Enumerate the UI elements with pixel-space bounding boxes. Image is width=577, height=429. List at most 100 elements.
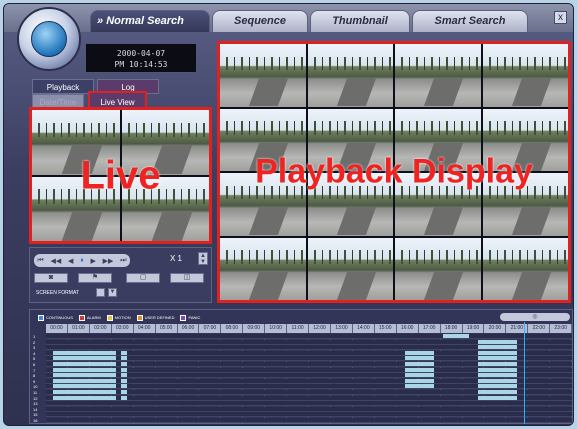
speed-spinner[interactable]: ▲ ▼ bbox=[198, 252, 208, 265]
timeline-zoom[interactable]: ◎ bbox=[500, 313, 570, 321]
channel-track[interactable] bbox=[46, 339, 572, 345]
recording-segment[interactable] bbox=[120, 378, 128, 383]
close-button[interactable]: x bbox=[554, 11, 567, 24]
channel-track[interactable] bbox=[46, 345, 572, 351]
recording-segment[interactable] bbox=[405, 384, 434, 389]
recording-segment[interactable] bbox=[120, 350, 128, 355]
timeline-row[interactable]: 4 bbox=[30, 350, 572, 356]
screen-format-button[interactable] bbox=[96, 288, 105, 297]
timeline-rows[interactable]: 1 2 3 4 5 6 7 8 9 10 11 12 13 14 15 16 bbox=[30, 334, 572, 424]
channel-track[interactable] bbox=[46, 334, 572, 339]
recording-segment[interactable] bbox=[52, 367, 117, 372]
video-tile[interactable] bbox=[395, 44, 481, 107]
record-button[interactable]: ◙ bbox=[34, 273, 68, 283]
recording-segment[interactable] bbox=[52, 373, 117, 378]
timeline-cursor[interactable] bbox=[523, 322, 525, 424]
timeline-row[interactable]: 5 bbox=[30, 356, 572, 362]
recording-segment[interactable] bbox=[405, 373, 434, 378]
recording-segment[interactable] bbox=[477, 367, 518, 372]
tab-playback[interactable]: Playback bbox=[32, 79, 94, 94]
tab-thumbnail[interactable]: Thumbnail bbox=[310, 10, 410, 32]
recording-segment[interactable] bbox=[477, 350, 518, 355]
export-button[interactable]: ◫ bbox=[170, 273, 204, 283]
timeline-row[interactable]: 15 bbox=[30, 412, 572, 418]
recording-segment[interactable] bbox=[477, 373, 518, 378]
capture-button[interactable]: ▢ bbox=[126, 273, 160, 283]
channel-track[interactable] bbox=[46, 390, 572, 395]
recording-segment[interactable] bbox=[477, 339, 518, 344]
fast-rewind-icon[interactable]: ◀◀ bbox=[50, 257, 61, 265]
recording-segment[interactable] bbox=[405, 378, 434, 383]
video-tile[interactable] bbox=[307, 237, 393, 300]
pause-icon[interactable]: ⏸ bbox=[80, 257, 84, 265]
recording-segment[interactable] bbox=[52, 395, 117, 400]
recording-segment[interactable] bbox=[477, 345, 518, 350]
video-tile[interactable] bbox=[395, 237, 481, 300]
channel-track[interactable] bbox=[46, 395, 572, 401]
recording-segment[interactable] bbox=[405, 367, 434, 372]
timeline-row[interactable]: 2 bbox=[30, 339, 572, 345]
channel-track[interactable] bbox=[46, 362, 572, 367]
timeline-row[interactable]: 8 bbox=[30, 373, 572, 379]
channel-track[interactable] bbox=[46, 418, 572, 423]
channel-track[interactable] bbox=[46, 350, 572, 356]
timeline-row[interactable]: 7 bbox=[30, 367, 572, 373]
playback-display-pane[interactable]: Playback Display bbox=[217, 41, 571, 303]
recording-segment[interactable] bbox=[405, 362, 434, 366]
video-tile[interactable] bbox=[220, 44, 306, 107]
recording-segment[interactable] bbox=[477, 378, 518, 383]
video-tile[interactable] bbox=[220, 237, 306, 300]
fast-forward-icon[interactable]: ▶▶ bbox=[103, 257, 114, 265]
channel-track[interactable] bbox=[46, 384, 572, 390]
recording-segment[interactable] bbox=[120, 367, 128, 372]
screen-format-dropdown[interactable]: ▼ bbox=[108, 288, 117, 297]
timeline-row[interactable]: 1 bbox=[30, 334, 572, 339]
recording-segment[interactable] bbox=[477, 356, 518, 361]
recording-segment[interactable] bbox=[52, 350, 117, 355]
timeline-row[interactable]: 10 bbox=[30, 384, 572, 390]
last-frame-icon[interactable]: ⏭ bbox=[120, 257, 126, 265]
timeline-row[interactable]: 11 bbox=[30, 390, 572, 395]
video-tile[interactable] bbox=[482, 237, 568, 300]
channel-track[interactable] bbox=[46, 356, 572, 362]
channel-track[interactable] bbox=[46, 367, 572, 373]
recording-segment[interactable] bbox=[477, 395, 518, 400]
timeline-row[interactable]: 12 bbox=[30, 395, 572, 401]
channel-track[interactable] bbox=[46, 406, 572, 412]
first-frame-icon[interactable]: ⏮ bbox=[37, 257, 43, 265]
channel-track[interactable] bbox=[46, 378, 572, 384]
bookmark-button[interactable]: ⚑ bbox=[78, 273, 112, 283]
recording-segment[interactable] bbox=[477, 384, 518, 389]
channel-track[interactable] bbox=[46, 373, 572, 379]
recording-segment[interactable] bbox=[120, 384, 128, 389]
video-tile[interactable] bbox=[482, 44, 568, 107]
recording-segment[interactable] bbox=[120, 356, 128, 361]
timeline-row[interactable]: 9 bbox=[30, 378, 572, 384]
timeline-row[interactable]: 14 bbox=[30, 406, 572, 412]
recording-segment[interactable] bbox=[52, 356, 117, 361]
recording-segment[interactable] bbox=[52, 378, 117, 383]
tab-normal-search[interactable]: » Normal Search bbox=[90, 10, 210, 32]
recording-segment[interactable] bbox=[477, 362, 518, 366]
timeline-row[interactable]: 3 bbox=[30, 345, 572, 351]
recording-segment[interactable] bbox=[405, 356, 434, 361]
recording-segment[interactable] bbox=[52, 384, 117, 389]
recording-segment[interactable] bbox=[120, 373, 128, 378]
recording-segment[interactable] bbox=[120, 395, 128, 400]
play-icon[interactable]: ▶ bbox=[91, 257, 96, 265]
channel-track[interactable] bbox=[46, 412, 572, 418]
tab-sequence[interactable]: Sequence bbox=[212, 10, 308, 32]
recording-segment[interactable] bbox=[477, 390, 518, 394]
timeline-row[interactable]: 13 bbox=[30, 401, 572, 407]
recording-segment[interactable] bbox=[405, 350, 434, 355]
recording-segment[interactable] bbox=[120, 390, 128, 394]
timeline-row[interactable]: 16 bbox=[30, 418, 572, 423]
recording-segment[interactable] bbox=[120, 362, 128, 366]
recording-segment[interactable] bbox=[52, 362, 117, 366]
timeline-row[interactable]: 6 bbox=[30, 362, 572, 367]
live-view-pane[interactable]: Live bbox=[29, 107, 212, 244]
video-tile[interactable] bbox=[307, 44, 393, 107]
recording-segment[interactable] bbox=[52, 390, 117, 394]
channel-track[interactable] bbox=[46, 401, 572, 407]
recording-segment[interactable] bbox=[442, 334, 469, 338]
